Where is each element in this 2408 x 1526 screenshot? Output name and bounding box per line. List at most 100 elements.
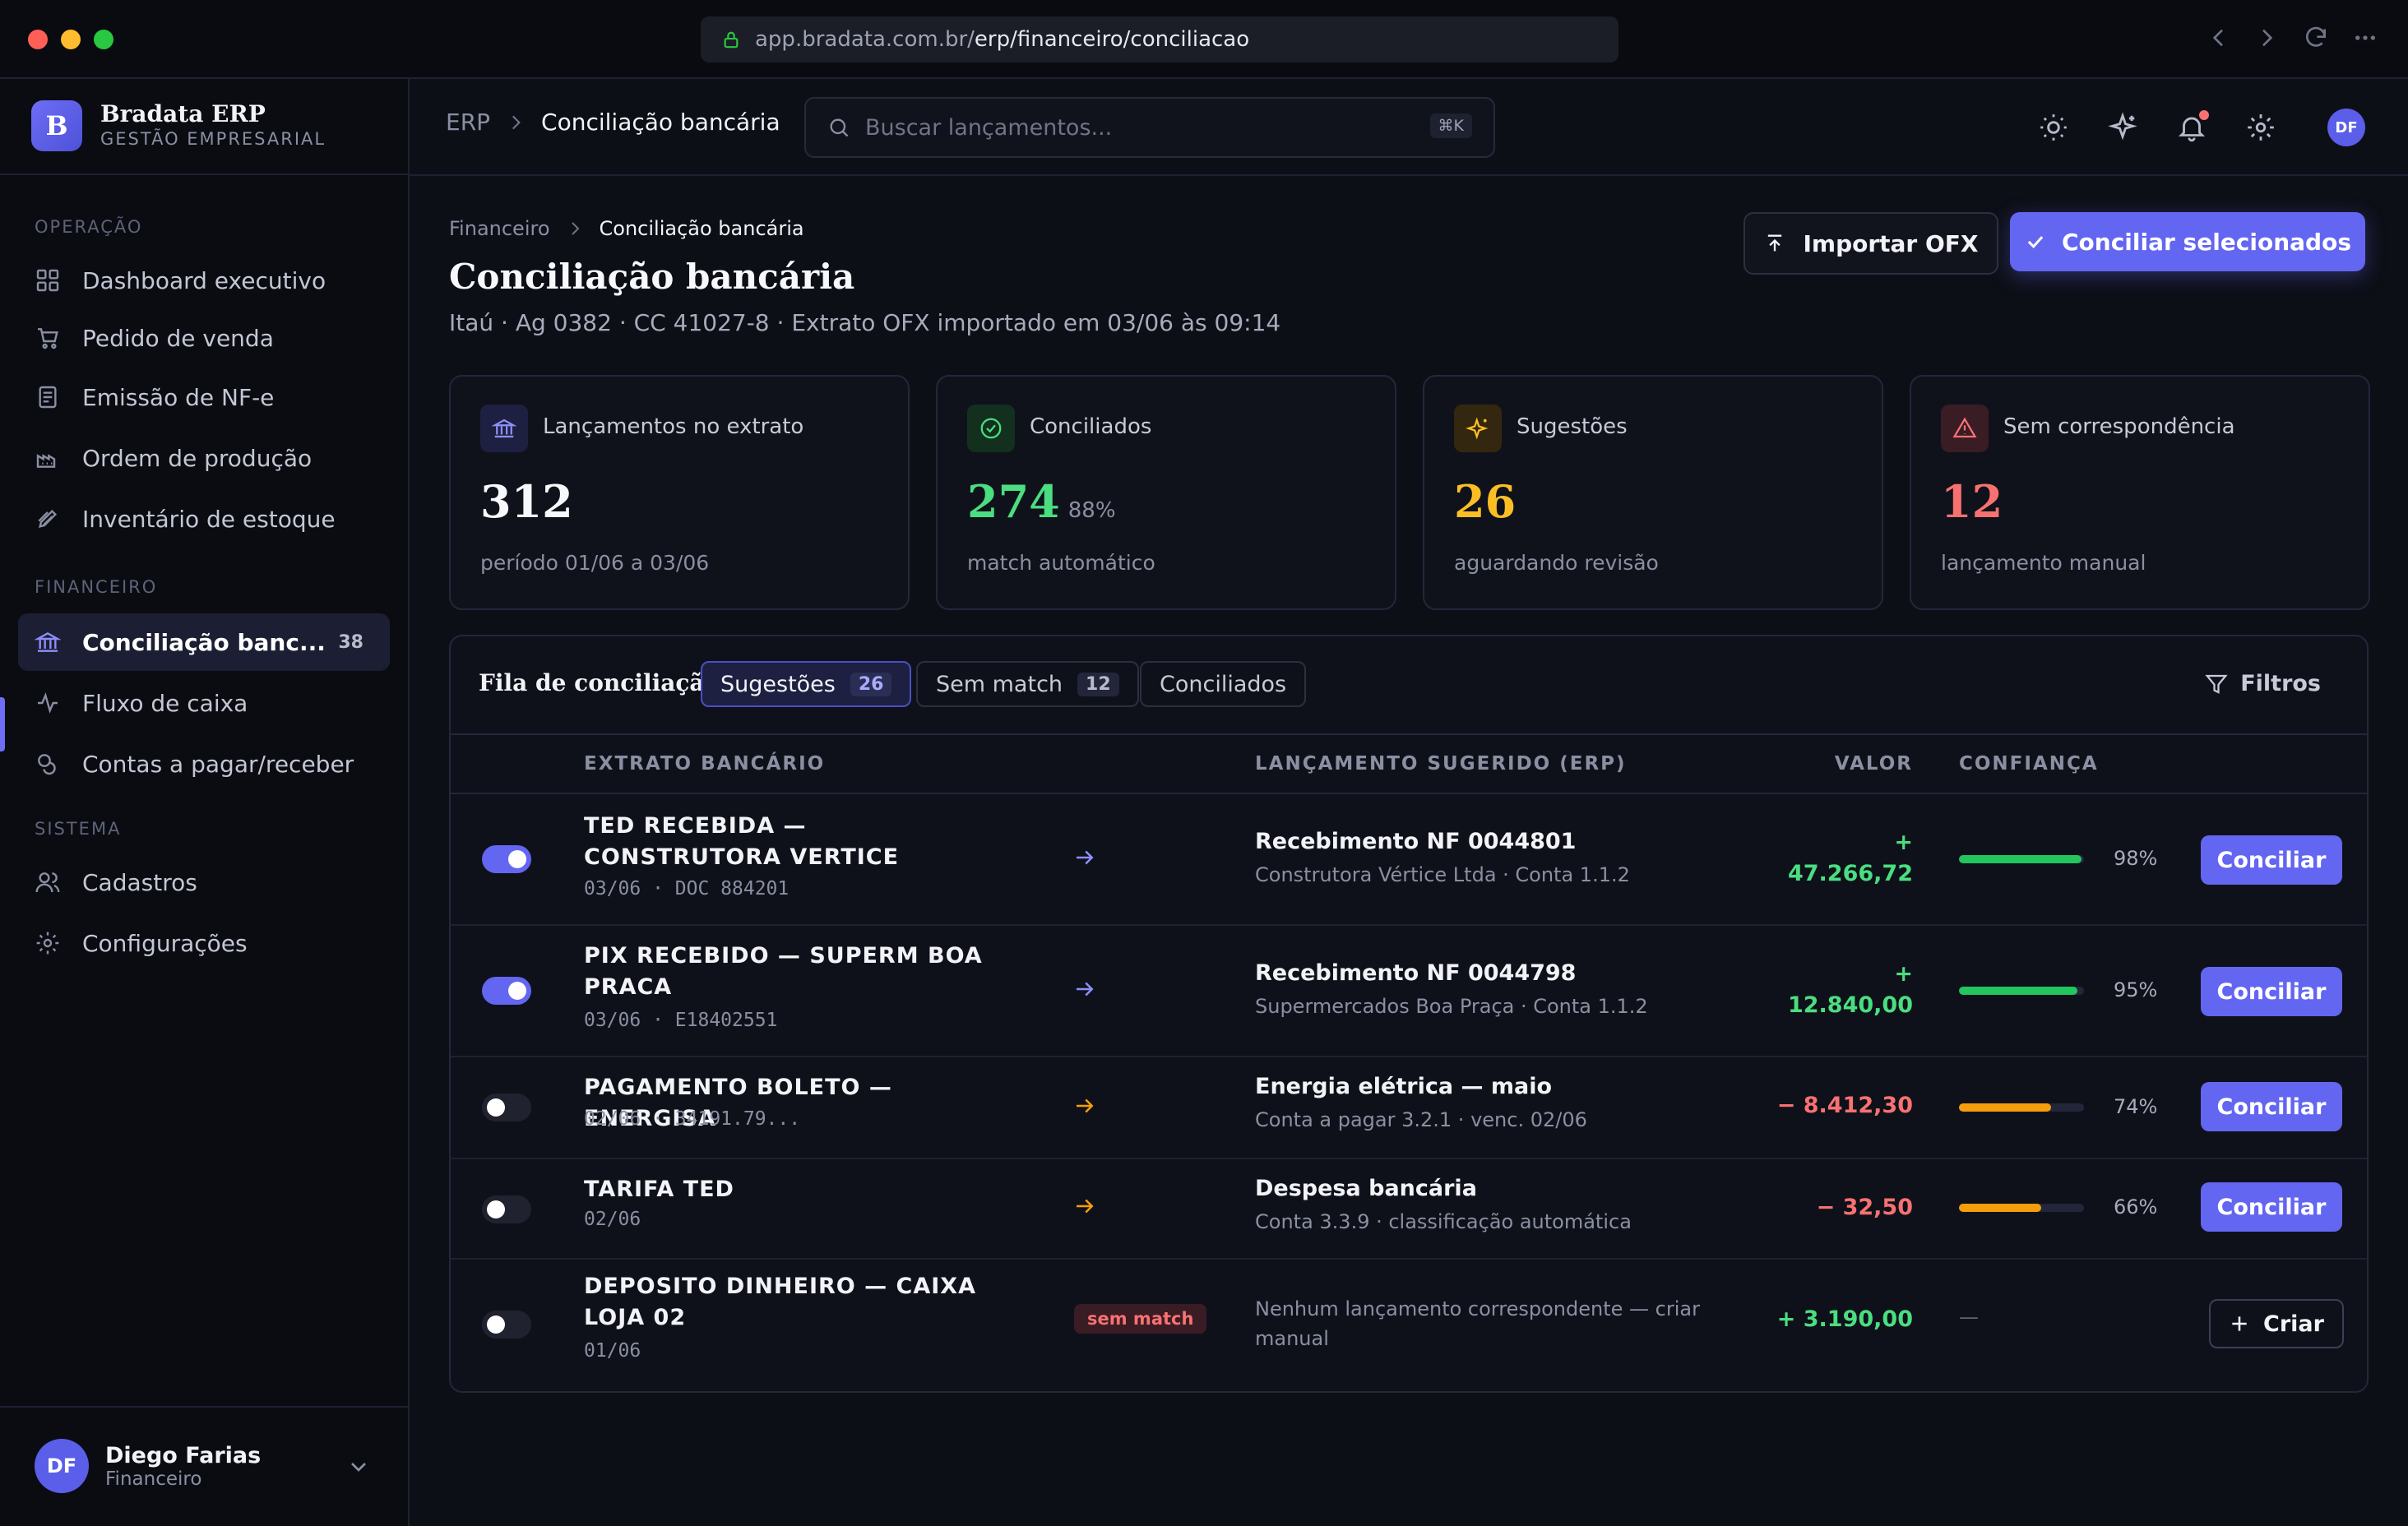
breadcrumb-parent[interactable]: Financeiro <box>449 217 550 240</box>
section-operacao: OPERAÇÃO <box>35 217 143 237</box>
sidebar-item-pedido-venda[interactable]: Pedido de venda <box>18 309 390 367</box>
check-circle-icon <box>967 405 1015 452</box>
more-icon[interactable] <box>2352 25 2378 51</box>
filters-button[interactable]: Filtros <box>2204 671 2321 696</box>
user-menu[interactable]: DF Diego Farias Financeiro <box>35 1439 261 1493</box>
stat-label: Lançamentos no extrato <box>543 414 804 439</box>
chevron-down-icon[interactable] <box>345 1454 372 1480</box>
table-row: PAGAMENTO BOLETO — ENERGISA 02/06 · 3419… <box>451 1056 2367 1159</box>
queue-title: Fila de conciliação <box>479 669 720 696</box>
suggestion-title: Recebimento NF 0044798 <box>1255 960 1577 986</box>
stat-label: Sem correspondência <box>2003 414 2235 439</box>
sidebar-item-nfe[interactable]: Emissão de NF-e <box>18 368 390 426</box>
search-icon <box>830 118 849 137</box>
close-window-button[interactable] <box>28 30 48 49</box>
warning-icon <box>1941 405 1989 452</box>
cart-icon <box>38 328 58 349</box>
stat-card-sugestoes: Sugestões 26 aguardando revisão <box>1423 375 1883 610</box>
conciliar-button[interactable]: Conciliar <box>2201 967 2342 1016</box>
conciliar-button[interactable]: Conciliar <box>2201 1082 2342 1131</box>
stat-value: 312 <box>480 475 573 528</box>
extrato-title: PIX RECEBIDO — SUPERM BOA PRACA <box>584 943 983 1000</box>
row-select-toggle[interactable] <box>482 1195 531 1223</box>
queue-header: Fila de conciliação Sugestões 26 Sem matc… <box>451 636 2367 735</box>
sidebar-item-contas[interactable]: Contas a pagar/receber <box>18 735 390 793</box>
breadcrumb-root[interactable]: ERP <box>446 109 490 136</box>
table-row: TED RECEBIDA — CONSTRUTORA VERTICE 03/06… <box>451 794 2367 926</box>
stat-foot: lançamento manual <box>1941 551 2146 575</box>
sparkle-icon[interactable] <box>2107 112 2138 143</box>
bank-icon <box>35 631 61 652</box>
valor: − 32,50 <box>1816 1195 1913 1220</box>
confidence-label: — <box>1959 1306 1979 1329</box>
suggestion-empty-text: Nenhum lançamento correspondente — criar… <box>1255 1297 1700 1350</box>
conciliar-button[interactable]: Conciliar <box>2201 1182 2342 1232</box>
page-title: Conciliação bancária <box>449 257 855 297</box>
stat-card-sem-correspondencia: Sem correspondência 12 lançamento manual <box>1910 375 2370 610</box>
stat-card-conciliados: Conciliados 274 88% match automático <box>936 375 1396 610</box>
brand-logo: B <box>31 100 82 151</box>
confidence-label: 95% <box>2114 978 2158 1001</box>
extrato-meta: 03/06 · E18402551 <box>584 1010 778 1031</box>
factory-icon <box>36 454 56 468</box>
back-icon[interactable] <box>2206 25 2232 51</box>
address-bar[interactable]: app.bradata.com.br/erp/financeiro/concil… <box>701 16 1618 62</box>
minimize-window-button[interactable] <box>61 30 81 49</box>
row-select-toggle[interactable] <box>482 1311 531 1339</box>
sidebar-item-label: Cadastros <box>82 868 197 896</box>
table-row: PIX RECEBIDO — SUPERM BOA PRACA 03/06 · … <box>451 924 2367 1057</box>
stat-value: 26 <box>1454 475 1517 528</box>
check-icon <box>2027 236 2044 249</box>
sidebar-item-label: Conciliação banc... <box>82 628 326 656</box>
sidebar-item-cadastros[interactable]: Cadastros <box>18 853 390 911</box>
conciliar-button[interactable]: Conciliar <box>2201 835 2342 885</box>
conciliar-selecionados-button[interactable]: Conciliar selecionados <box>2010 212 2365 271</box>
notification-dot <box>2199 110 2209 120</box>
tab-conciliados[interactable]: Conciliados <box>1140 661 1307 707</box>
search-placeholder: Buscar lançamentos... <box>865 114 1113 141</box>
sun-icon[interactable] <box>2038 112 2069 143</box>
confidence-bar <box>1959 987 2084 995</box>
page-breadcrumb: Financeiro Conciliação bancária <box>449 217 804 240</box>
sparkle-icon <box>1454 405 1502 452</box>
stat-value: 12 <box>1941 475 2003 528</box>
extrato-title: TARIFA TED <box>584 1177 734 1202</box>
forward-icon[interactable] <box>2253 25 2280 51</box>
import-ofx-button[interactable]: Importar OFX <box>1743 212 1998 275</box>
extrato-title: DEPOSITO DINHEIRO — CAIXA LOJA 02 <box>584 1274 977 1330</box>
row-select-toggle[interactable] <box>482 1094 531 1121</box>
url-path: erp/financeiro/conciliacao <box>974 27 1250 52</box>
sidebar-item-fluxo-caixa[interactable]: Fluxo de caixa <box>18 674 390 732</box>
row-select-toggle[interactable] <box>482 977 531 1005</box>
confidence-bar <box>1959 855 2084 863</box>
users-icon <box>35 872 60 893</box>
brand[interactable]: B Bradata ERP GESTÃO EMPRESARIAL <box>31 100 326 151</box>
confidence-label: 66% <box>2114 1195 2158 1218</box>
search-input[interactable]: Buscar lançamentos... ⌘K <box>804 97 1495 158</box>
brand-subtitle: GESTÃO EMPRESARIAL <box>100 129 326 149</box>
avatar[interactable]: DF <box>2327 109 2365 146</box>
criar-button[interactable]: Criar <box>2209 1299 2344 1348</box>
extrato-title: TED RECEBIDA — CONSTRUTORA VERTICE <box>584 813 900 870</box>
sidebar-item-producao[interactable]: Ordem de produção <box>18 429 390 487</box>
breadcrumb-current: Conciliação bancária <box>541 109 780 136</box>
url-host: app.bradata.com.br/ <box>755 27 975 52</box>
sidebar-item-configuracoes[interactable]: Configurações <box>18 914 390 972</box>
row-select-toggle[interactable] <box>482 845 531 873</box>
coins-icon <box>38 754 56 775</box>
tab-sugestoes[interactable]: Sugestões 26 <box>701 661 912 707</box>
sidebar-item-conciliacao[interactable]: Conciliação banc... 38 <box>18 613 390 671</box>
tab-sem-match[interactable]: Sem match 12 <box>916 661 1139 707</box>
sidebar-item-inventario[interactable]: Inventário de estoque <box>18 490 390 548</box>
sidebar-item-label: Emissão de NF-e <box>82 383 275 411</box>
gear-icon[interactable] <box>2245 112 2276 143</box>
sidebar-item-dashboard[interactable]: Dashboard executivo <box>18 252 390 309</box>
maximize-window-button[interactable] <box>94 30 113 49</box>
valor: +12.840,00 <box>1787 961 1913 1018</box>
stat-label: Sugestões <box>1517 414 1628 439</box>
sidebar-item-label: Inventário de estoque <box>82 505 336 533</box>
stat-foot: período 01/06 a 03/06 <box>480 551 710 575</box>
reload-icon[interactable] <box>2303 25 2329 51</box>
gear-icon <box>36 932 59 955</box>
stat-percent: 88% <box>1067 498 1116 523</box>
